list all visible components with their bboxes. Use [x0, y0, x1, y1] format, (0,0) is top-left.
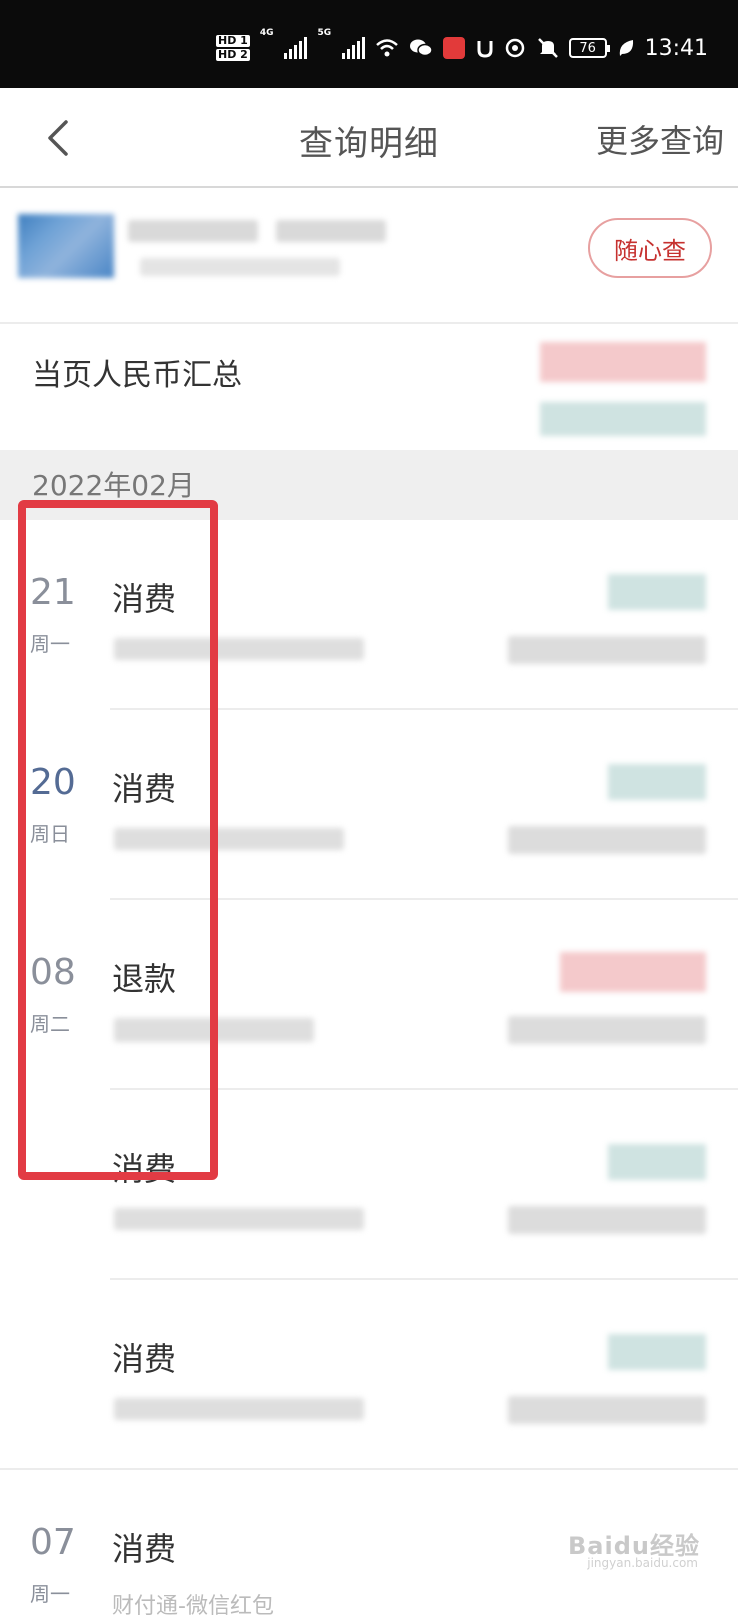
app-badge-icon	[443, 37, 466, 59]
tx-amount-blur	[608, 1334, 706, 1370]
status-left: HD 1 HD 2 4G 5G	[216, 28, 527, 68]
tx-date-blur	[508, 1206, 706, 1234]
account-card: 随心查	[0, 190, 738, 324]
signal-icon	[284, 37, 308, 59]
tx-date-blur	[508, 636, 706, 664]
tx-type: 消费	[112, 1340, 177, 1378]
battery-indicator: 76	[568, 38, 610, 58]
tx-weekday: 周一	[30, 1582, 70, 1606]
wifi-icon	[376, 39, 398, 57]
status-bar: HD 1 HD 2 4G 5G 76 13:41	[0, 0, 738, 88]
nfc-icon	[505, 38, 525, 58]
hd1-label: HD 1	[216, 34, 250, 47]
battery-level: 76	[579, 40, 596, 56]
nav-bar: 查询明细 更多查询	[0, 88, 738, 188]
signal-icon-2	[342, 37, 366, 59]
summary-label: 当页人民币汇总	[32, 358, 242, 393]
tx-amount-blur	[560, 952, 706, 992]
tx-amount-blur	[608, 574, 706, 610]
account-number-blur	[276, 220, 386, 242]
tx-description: 财付通-微信红包	[112, 1594, 274, 1619]
net2-label: 5G	[317, 28, 332, 38]
summary-section: 当页人民币汇总	[0, 326, 738, 450]
more-query-button[interactable]: 更多查询	[596, 116, 724, 162]
account-name-blur	[128, 220, 258, 242]
mute-icon	[537, 38, 558, 58]
summary-amount2-blur	[540, 402, 706, 436]
tx-day: 07	[30, 1522, 76, 1563]
net1-label: 4G	[259, 28, 274, 38]
alarm-icon	[477, 41, 493, 58]
hd2-label: HD 2	[216, 48, 250, 61]
clock: 13:41	[644, 35, 708, 61]
tx-type: 消费	[112, 1530, 177, 1568]
watermark-url: jingyan.baidu.com	[587, 1556, 698, 1570]
highlight-box	[18, 500, 218, 1180]
transaction-row[interactable]: 消费	[0, 1280, 738, 1470]
hd-indicator: HD 1 HD 2	[216, 35, 250, 61]
account-sub-blur	[140, 258, 340, 276]
tx-desc-blur	[114, 1208, 364, 1230]
wechat-icon	[410, 39, 433, 57]
summary-amount-blur	[540, 342, 706, 382]
status-right: 76 13:41	[537, 28, 708, 68]
tx-date-blur	[508, 1396, 706, 1424]
tx-amount-blur	[608, 1144, 706, 1180]
leaf-icon	[619, 40, 633, 56]
suixin-query-button[interactable]: 随心查	[588, 218, 712, 278]
tx-desc-blur	[114, 1398, 364, 1420]
month-label: 2022年02月	[32, 469, 195, 502]
card-avatar	[18, 214, 114, 278]
tx-amount-blur	[608, 764, 706, 800]
tx-date-blur	[508, 826, 706, 854]
tx-date-blur	[508, 1016, 706, 1044]
